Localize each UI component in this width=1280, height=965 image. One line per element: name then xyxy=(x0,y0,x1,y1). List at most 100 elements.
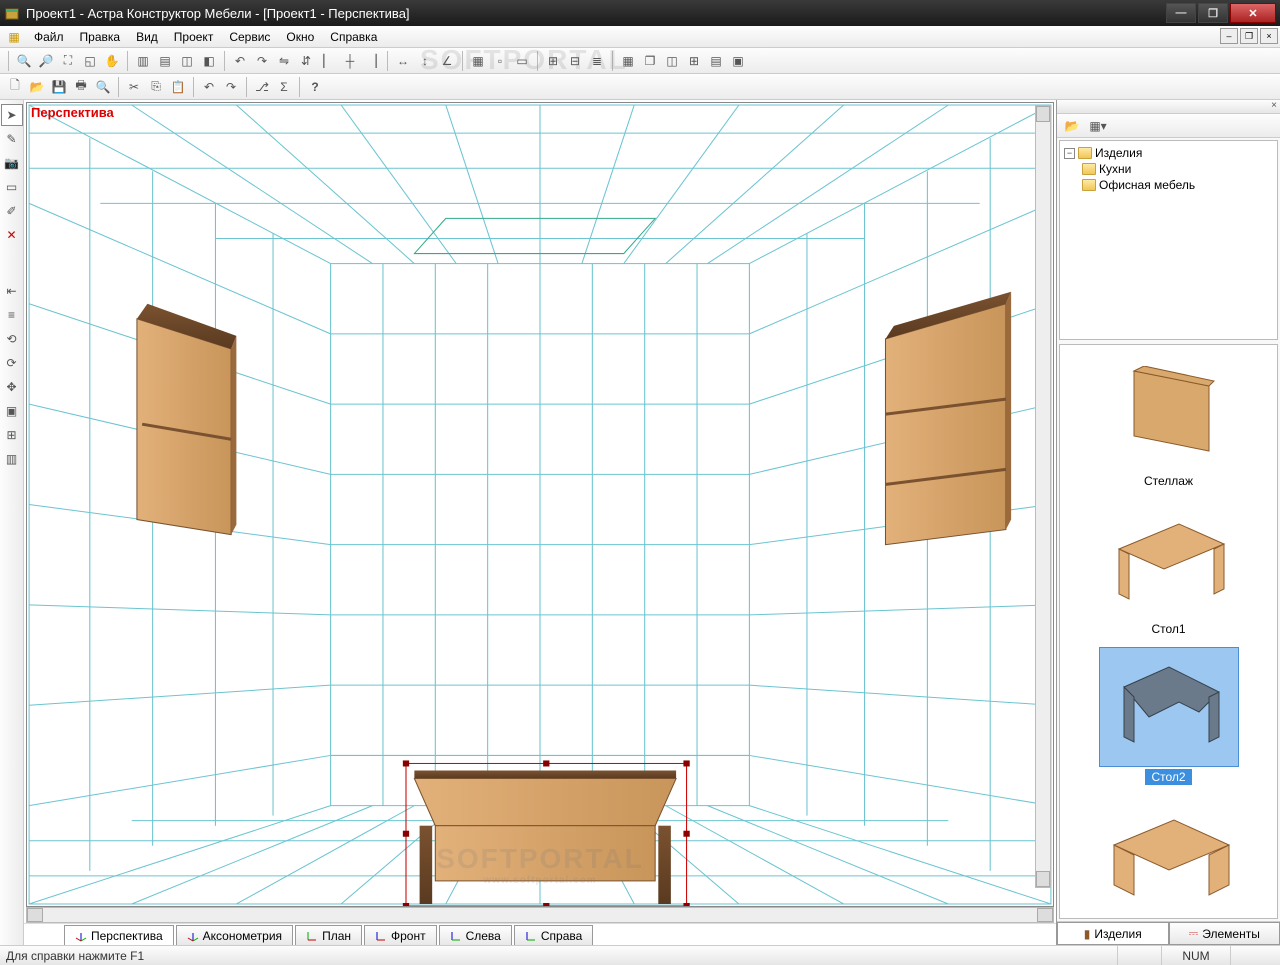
catalog-open-icon[interactable]: 📂 xyxy=(1061,115,1083,137)
window-max-icon[interactable]: ▣ xyxy=(727,50,749,72)
menu-service[interactable]: Сервис xyxy=(221,28,278,46)
save-icon[interactable]: 💾 xyxy=(48,76,70,98)
mdi-doc-icon[interactable]: ▦ xyxy=(6,29,22,45)
undo-icon[interactable]: ↶ xyxy=(198,76,220,98)
align-left-icon[interactable]: ▏ xyxy=(317,50,339,72)
mdi-restore-button[interactable]: ❐ xyxy=(1240,28,1258,44)
camera-tool-icon[interactable]: 📷 xyxy=(1,152,23,174)
tree-root[interactable]: − Изделия xyxy=(1064,145,1273,161)
window-tile-icon[interactable]: ▦ xyxy=(617,50,639,72)
side-panel: × 📂 ▦▾ − Изделия Кухни Офисная мебель Ст… xyxy=(1056,100,1280,945)
group-icon[interactable]: ⊞ xyxy=(542,50,564,72)
paste-icon[interactable]: 📋 xyxy=(167,76,189,98)
flip-h-icon[interactable]: ⇋ xyxy=(273,50,295,72)
align-tool-icon[interactable]: ⇤ xyxy=(1,280,23,302)
distribute-tool-icon[interactable]: ≡ xyxy=(1,304,23,326)
move-tool-icon[interactable]: ✥ xyxy=(1,376,23,398)
scene-cabinet-left[interactable] xyxy=(137,304,236,535)
zoom-out-icon[interactable]: 🔎 xyxy=(35,50,57,72)
view-tab-3[interactable]: Фронт xyxy=(364,925,437,945)
snap-point-icon[interactable]: ▫ xyxy=(489,50,511,72)
view-tab-1[interactable]: Аксонометрия xyxy=(176,925,293,945)
delete-tool-icon[interactable]: ✕ xyxy=(1,224,23,246)
window-grid-icon[interactable]: ▤ xyxy=(705,50,727,72)
viewport-3d[interactable]: Перспектива xyxy=(26,102,1054,907)
layer-icon[interactable]: ≣ xyxy=(586,50,608,72)
catalog-tree[interactable]: − Изделия Кухни Офисная мебель xyxy=(1059,140,1278,340)
new-icon[interactable]: 🗋 xyxy=(4,76,26,98)
window-cascade-icon[interactable]: ❐ xyxy=(639,50,661,72)
menu-file[interactable]: Файл xyxy=(26,28,72,46)
open-icon[interactable]: 📂 xyxy=(26,76,48,98)
dim-angle-icon[interactable]: ∠ xyxy=(436,50,458,72)
print-preview-icon[interactable]: 🔍 xyxy=(92,76,114,98)
rect-tool-icon[interactable]: ▭ xyxy=(1,176,23,198)
align-center-icon[interactable]: ┼ xyxy=(339,50,361,72)
menu-edit[interactable]: Правка xyxy=(72,28,129,46)
rotate-left-icon[interactable]: ↶ xyxy=(229,50,251,72)
maximize-button[interactable]: ❐ xyxy=(1198,3,1228,23)
copy-icon[interactable]: ⎘ xyxy=(145,76,167,98)
zoom-in-icon[interactable]: 🔍 xyxy=(13,50,35,72)
close-button[interactable]: ✕ xyxy=(1230,3,1276,23)
menu-project[interactable]: Проект xyxy=(166,28,222,46)
mdi-minimize-button[interactable]: – xyxy=(1220,28,1238,44)
redo-icon[interactable]: ↷ xyxy=(220,76,242,98)
array-tool-icon[interactable]: ⊞ xyxy=(1,424,23,446)
help-icon[interactable]: ? xyxy=(304,76,326,98)
zoom-fit-icon[interactable]: ⛶ xyxy=(57,50,79,72)
snap-grid-icon[interactable]: ▦ xyxy=(467,50,489,72)
view-tab-2[interactable]: План xyxy=(295,925,362,945)
align-right-icon[interactable]: ▕ xyxy=(361,50,383,72)
flip-v-icon[interactable]: ⇵ xyxy=(295,50,317,72)
pointer-tool-icon[interactable]: ➤ xyxy=(1,104,23,126)
edit-tool-icon[interactable]: ✐ xyxy=(1,200,23,222)
view-tab-5[interactable]: Справа xyxy=(514,925,593,945)
mirror-tool-icon[interactable]: ⟳ xyxy=(1,352,23,374)
catalog-view-icon[interactable]: ▦▾ xyxy=(1087,115,1109,137)
side-tab-0[interactable]: ▮Изделия xyxy=(1057,922,1169,945)
tree-child-1[interactable]: Офисная мебель xyxy=(1064,177,1273,193)
side-tab-1[interactable]: ⎓Элементы xyxy=(1169,922,1280,945)
catalog-item-0[interactable]: Стеллаж xyxy=(1064,351,1273,489)
catalog-list[interactable]: СтеллажСтол1Стол2 xyxy=(1059,344,1278,919)
dim-vertical-icon[interactable]: ↕ xyxy=(414,50,436,72)
scene-cabinet-right[interactable] xyxy=(885,292,1011,545)
zoom-window-icon[interactable]: ◱ xyxy=(79,50,101,72)
window-split-icon[interactable]: ⊞ xyxy=(683,50,705,72)
scale-tool-icon[interactable]: ▣ xyxy=(1,400,23,422)
viewport-scrollbar-h[interactable] xyxy=(26,907,1054,923)
menu-window[interactable]: Окно xyxy=(278,28,322,46)
pan-icon[interactable]: ✋ xyxy=(101,50,123,72)
view-tab-0[interactable]: Перспектива xyxy=(64,925,174,945)
menu-help[interactable]: Справка xyxy=(322,28,385,46)
view-perspective-icon[interactable]: ▥ xyxy=(132,50,154,72)
side-panel-close-icon[interactable]: × xyxy=(1271,100,1277,111)
cut-icon[interactable]: ✂ xyxy=(123,76,145,98)
scene-desk-selected[interactable] xyxy=(403,760,690,906)
tree-icon[interactable]: ⎇ xyxy=(251,76,273,98)
measure-tool-icon[interactable]: ✎ xyxy=(1,128,23,150)
rotate-tool-icon[interactable]: ⟲ xyxy=(1,328,23,350)
minimize-button[interactable]: — xyxy=(1166,3,1196,23)
print-icon[interactable]: 🖶 xyxy=(70,76,92,98)
view-top-icon[interactable]: ▤ xyxy=(154,50,176,72)
catalog-item-1[interactable]: Стол1 xyxy=(1064,499,1273,637)
rotate-right-icon[interactable]: ↷ xyxy=(251,50,273,72)
panel-tool-icon[interactable]: ▥ xyxy=(1,448,23,470)
view-side-icon[interactable]: ◧ xyxy=(198,50,220,72)
catalog-item-3[interactable] xyxy=(1064,795,1273,919)
window-arrange-icon[interactable]: ◫ xyxy=(661,50,683,72)
dim-horizontal-icon[interactable]: ↔ xyxy=(392,50,414,72)
menu-view[interactable]: Вид xyxy=(128,28,166,46)
snap-edge-icon[interactable]: ▭ xyxy=(511,50,533,72)
report-icon[interactable]: Σ xyxy=(273,76,295,98)
ungroup-icon[interactable]: ⊟ xyxy=(564,50,586,72)
view-front-icon[interactable]: ◫ xyxy=(176,50,198,72)
tree-expand-icon[interactable]: − xyxy=(1064,148,1075,159)
catalog-item-2[interactable]: Стол2 xyxy=(1064,647,1273,785)
mdi-close-button[interactable]: × xyxy=(1260,28,1278,44)
viewport-scrollbar-v[interactable] xyxy=(1035,105,1051,888)
view-tab-4[interactable]: Слева xyxy=(439,925,512,945)
tree-child-0[interactable]: Кухни xyxy=(1064,161,1273,177)
